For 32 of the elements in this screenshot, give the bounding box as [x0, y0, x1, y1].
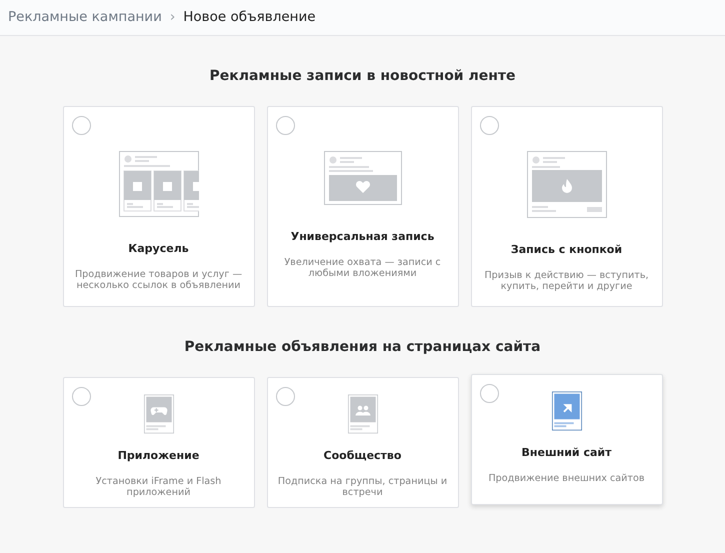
chevron-icon: ›	[170, 7, 176, 28]
card-description: Продвижение внешних сайтов	[487, 472, 646, 484]
radio-button[interactable]	[276, 116, 294, 135]
ad-format-card[interactable]: Приложение Установки iFrame и Flash приложений	[62, 377, 254, 508]
radio-button[interactable]	[480, 116, 498, 135]
card-description: Подписка на группы, страницы и встречи	[276, 476, 448, 498]
radio-button[interactable]	[72, 387, 90, 406]
card-title: Универсальная запись	[290, 229, 434, 245]
ad-format-card[interactable]: Сообщество Подписка на группы, страницы и встречи	[266, 377, 458, 508]
breadcrumb-link[interactable]: Рекламные кампании	[8, 7, 162, 28]
people-icon	[348, 394, 378, 434]
ad-format-card[interactable]: Запись с кнопкой Призыв к действию — вступить, купить, перейти и другие	[470, 106, 662, 307]
radio-button[interactable]	[72, 116, 90, 135]
card-description: Увеличение охвата — записи с любыми вложениями	[283, 256, 442, 280]
gamepad-icon	[144, 394, 174, 434]
radio-button[interactable]	[480, 384, 498, 403]
ad-format-card[interactable]: Внешний сайт Продвижение внешних сайтов	[470, 374, 662, 505]
ad-format-card[interactable]: Карусель Продвижение товаров и услуг — несколько ссылок в объявлении	[62, 106, 254, 307]
card-title: Приложение	[118, 448, 200, 464]
card-title: Сообщество	[324, 448, 402, 464]
card-title: Запись с кнопкой	[510, 242, 622, 258]
section-heading: Рекламные записи в новостной ленте	[208, 67, 517, 86]
card-description: Продвижение товаров и услуг — несколько ссылок в объявлении	[74, 268, 244, 292]
card-title: Внешний сайт	[522, 445, 612, 461]
card-title: Карусель	[128, 241, 189, 257]
card-description: Установки iFrame и Flash приложений	[94, 476, 222, 498]
radio-button[interactable]	[276, 387, 294, 406]
ad-format-card[interactable]: Универсальная запись Увеличение охвата — записи с любыми вложениями	[266, 106, 458, 307]
card-description: Призыв к действию — вступить, купить, перейти и другие	[483, 270, 650, 292]
external-link-icon	[552, 391, 582, 431]
section-heading: Рекламные объявления на страницах сайта	[183, 338, 542, 357]
breadcrumb-current: Новое объявление	[183, 8, 316, 28]
